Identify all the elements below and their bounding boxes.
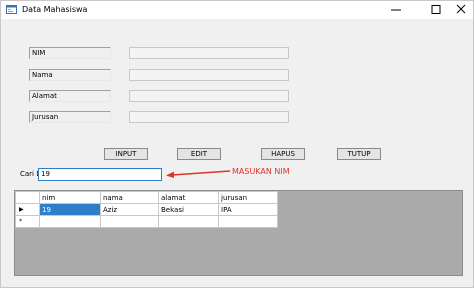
tutup-button[interactable]: TUTUP [337, 148, 381, 160]
data-grid[interactable]: nim nama alamat jurusan ▶ 19 Aziz Bekasi… [14, 190, 463, 276]
window-title: Data Mahasiswa [22, 5, 88, 14]
nim-label: NIM [29, 47, 111, 59]
cell-alamat[interactable] [158, 215, 219, 228]
cell-alamat[interactable]: Bekasi [158, 203, 219, 216]
grid-corner-cell [15, 191, 40, 204]
nama-label: Nama [29, 69, 111, 81]
column-header-alamat[interactable]: alamat [158, 191, 219, 204]
column-header-nim[interactable]: nim [39, 191, 101, 204]
annotation-arrow-icon [166, 170, 231, 178]
jurusan-field[interactable] [129, 111, 289, 123]
alamat-field[interactable] [129, 90, 289, 102]
column-header-jurusan[interactable]: jurusan [218, 191, 278, 204]
app-form-icon [6, 5, 17, 14]
cell-nama[interactable]: Aziz [100, 203, 159, 216]
cell-nim[interactable]: 19 [39, 203, 101, 216]
minimize-icon[interactable] [381, 1, 411, 19]
edit-button[interactable]: EDIT [177, 148, 221, 160]
title-bar: Data Mahasiswa [1, 1, 473, 19]
column-header-nama[interactable]: nama [100, 191, 159, 204]
nim-field[interactable] [129, 47, 289, 59]
close-icon[interactable] [446, 1, 474, 19]
main-window: Data Mahasiswa NIM Nama Alamat Jurusan I… [0, 0, 474, 288]
table-row[interactable]: ▶ 19 Aziz Bekasi IPA [15, 203, 278, 216]
search-input[interactable]: 19 [38, 168, 162, 181]
cell-jurusan[interactable] [218, 215, 278, 228]
nama-field[interactable] [129, 69, 289, 81]
current-row-arrow-icon[interactable]: ▶ [15, 203, 40, 216]
cell-nim[interactable] [39, 215, 101, 228]
alamat-label: Alamat [29, 90, 111, 102]
jurusan-label: Jurusan [29, 111, 111, 123]
annotation-text: MASUKAN NIM [232, 167, 290, 176]
cell-jurusan[interactable]: IPA [218, 203, 278, 216]
cell-nama[interactable] [100, 215, 159, 228]
grid-header-row: nim nama alamat jurusan [15, 191, 278, 204]
new-row[interactable]: * [15, 215, 278, 228]
input-button[interactable]: INPUT [104, 148, 148, 160]
grid-table: nim nama alamat jurusan ▶ 19 Aziz Bekasi… [15, 191, 278, 228]
new-row-marker[interactable]: * [15, 215, 40, 228]
hapus-button[interactable]: HAPUS [261, 148, 305, 160]
